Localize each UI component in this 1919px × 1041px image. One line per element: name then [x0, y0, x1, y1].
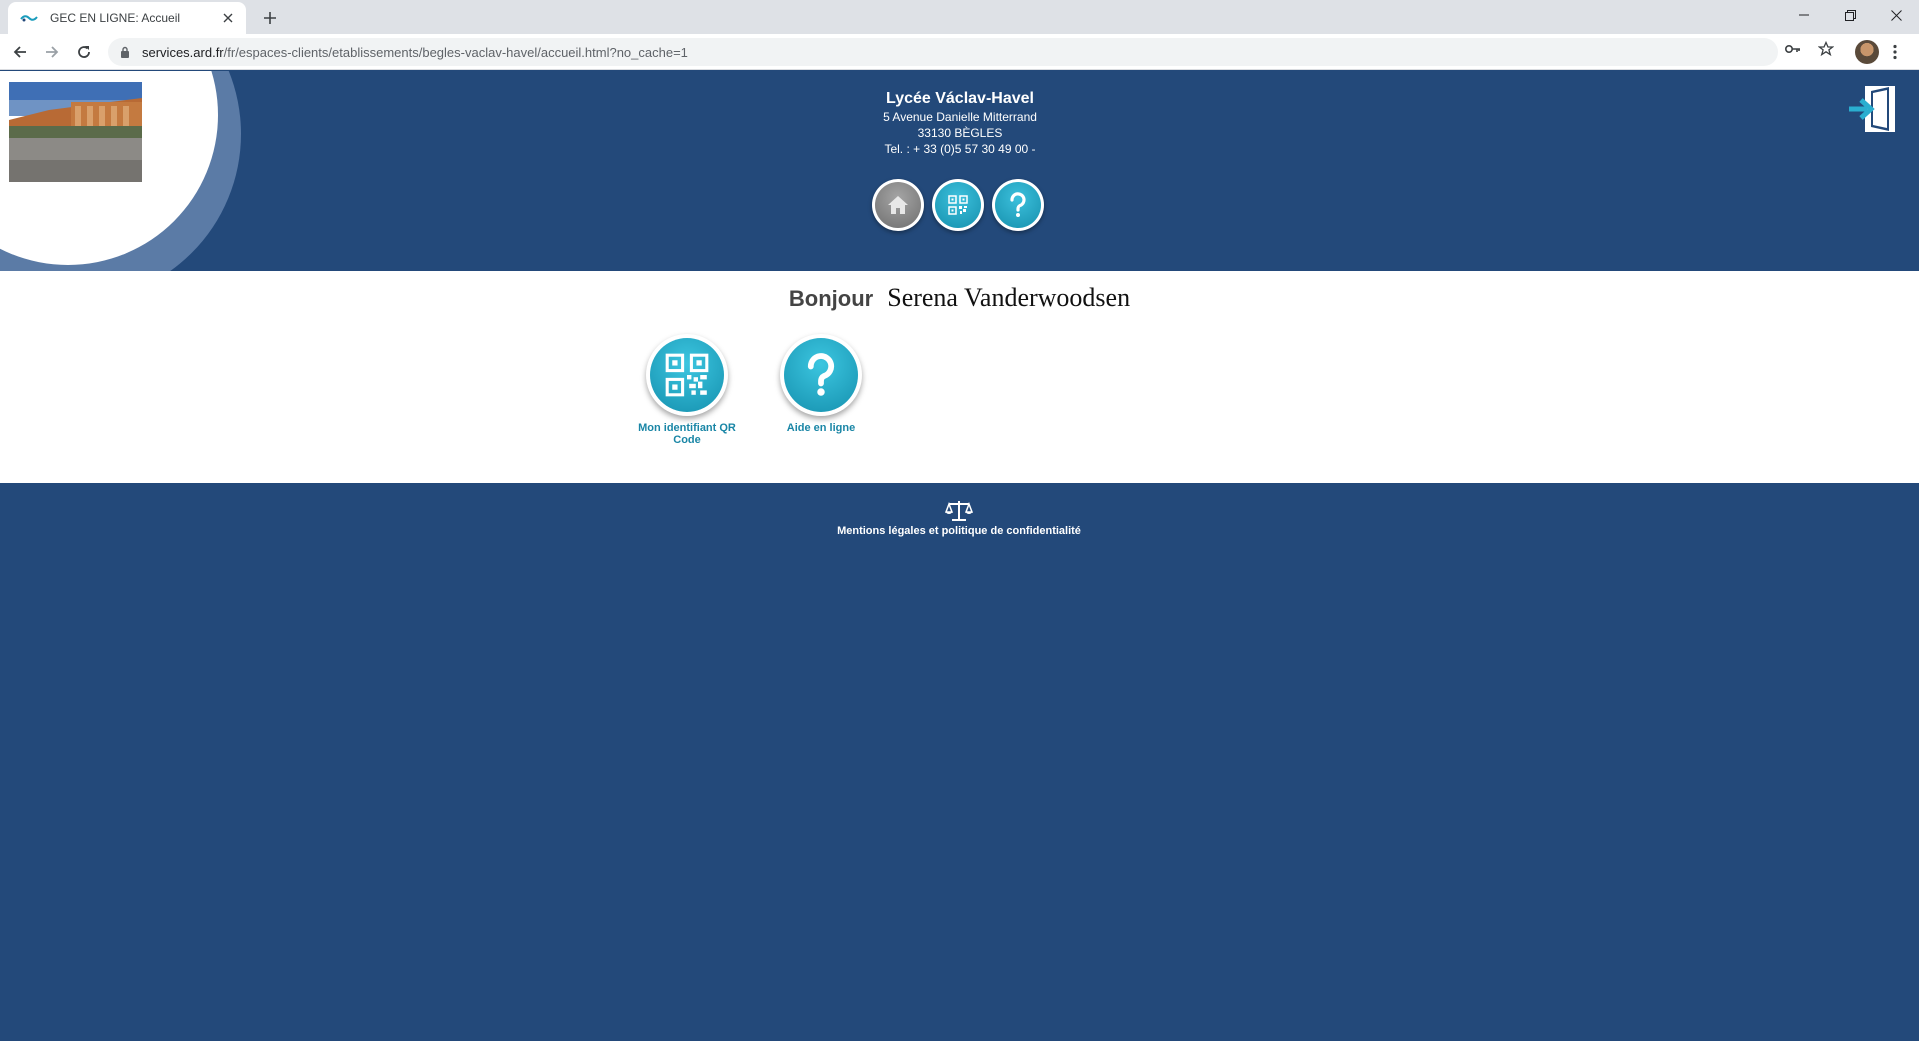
legal-notice-label: Mentions légales et politique de confide…: [837, 525, 1081, 537]
qr-code-id-button[interactable]: Mon identifiant QR Code: [632, 334, 742, 446]
profile-avatar[interactable]: [1855, 40, 1879, 64]
greeting: Bonjour Serena Vanderwoodsen: [0, 283, 1919, 313]
help-icon: [995, 182, 1041, 228]
nav-home-button[interactable]: [872, 179, 924, 231]
header-nav: [872, 179, 1044, 231]
browser-menu-icon[interactable]: [1886, 40, 1904, 64]
nav-help-button[interactable]: [992, 179, 1044, 231]
url-text: services.ard.fr/fr/espaces-clients/etabl…: [142, 45, 688, 60]
school-name: Lycée Václav-Havel: [886, 90, 1034, 107]
nav-qr-code-button[interactable]: [932, 179, 984, 231]
reload-icon[interactable]: [72, 40, 96, 64]
new-tab-plus-icon[interactable]: [258, 6, 282, 30]
site-favicon-icon: [20, 11, 40, 25]
lock-icon: [120, 45, 134, 59]
site-header: Lycée Václav-Havel 5 Avenue Danielle Mit…: [0, 71, 1919, 271]
logout-icon: [1849, 86, 1895, 132]
address-bar[interactable]: services.ard.fr/fr/espaces-clients/etabl…: [108, 38, 1778, 66]
back-arrow-icon[interactable]: [8, 40, 32, 64]
browser-tab[interactable]: GEC EN LIGNE: Accueil: [8, 2, 246, 34]
tab-title: GEC EN LIGNE: Accueil: [50, 11, 181, 25]
minimize-window-icon[interactable]: [1781, 0, 1827, 30]
browser-toolbar: services.ard.fr/fr/espaces-clients/etabl…: [0, 34, 1919, 70]
key-icon[interactable]: [1784, 40, 1802, 58]
browser-tab-strip: GEC EN LIGNE: Accueil: [0, 0, 1919, 34]
restore-window-icon[interactable]: [1827, 0, 1873, 30]
online-help-button[interactable]: Aide en ligne: [766, 334, 876, 434]
school-address-city: 33130 BÈGLES: [917, 126, 1003, 140]
logout-button[interactable]: [1847, 85, 1899, 133]
legal-notice-link[interactable]: Mentions légales et politique de confide…: [759, 499, 1159, 537]
close-window-icon[interactable]: [1873, 0, 1919, 30]
qr-code-id-label: Mon identifiant QR Code: [638, 422, 736, 446]
school-address-street: 5 Avenue Danielle Mitterrand: [883, 110, 1037, 124]
web-page: Lycée Václav-Havel 5 Avenue Danielle Mit…: [0, 71, 1919, 1041]
school-info: Lycée Václav-Havel 5 Avenue Danielle Mit…: [760, 89, 1160, 157]
main-content: Bonjour Serena Vanderwoodsen Mon identifi…: [0, 271, 1919, 483]
online-help-label: Aide en ligne: [786, 422, 856, 434]
help-circle: [780, 334, 862, 416]
school-phone: Tel. : + 33 (0)5 57 30 49 00 -: [884, 142, 1036, 156]
qr-code-icon: [650, 338, 724, 412]
url-host: services.ard.fr: [142, 44, 224, 60]
qr-code-icon: [935, 182, 981, 228]
scales-icon: [944, 499, 974, 523]
forward-arrow-icon[interactable]: [40, 40, 64, 64]
user-name: Serena Vanderwoodsen: [887, 283, 1131, 312]
url-path: /fr/espaces-clients/etablissements/begle…: [223, 44, 688, 60]
qr-code-circle: [646, 334, 728, 416]
school-photo: [9, 82, 142, 182]
site-footer: Mentions légales et politique de confide…: [0, 483, 1919, 1041]
close-tab-icon[interactable]: [220, 10, 236, 26]
home-icon: [875, 182, 921, 228]
star-bookmark-icon[interactable]: [1817, 40, 1835, 58]
help-icon: [784, 338, 858, 412]
greeting-word: Bonjour: [788, 286, 874, 311]
